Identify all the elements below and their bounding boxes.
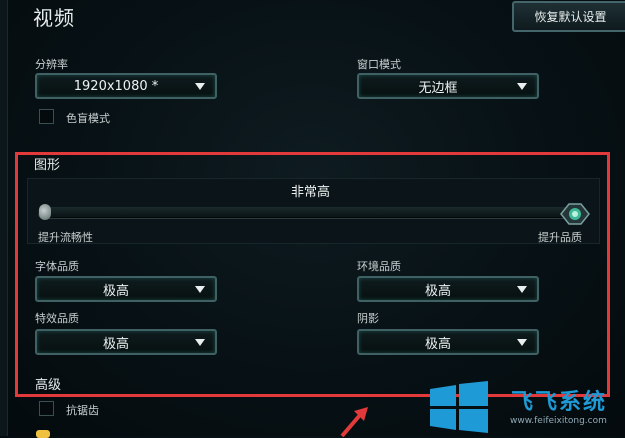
chevron-down-icon [195,82,205,90]
watermark-brand: 飞飞系统 [511,390,608,415]
left-rail [0,0,8,436]
page-title: 视频 [33,6,75,30]
resolution-select[interactable]: 1920x1080 * [35,73,217,99]
window-mode-value: 无边框 [418,80,458,96]
colorblind-checkbox[interactable] [39,109,54,124]
red-arrow-icon [340,407,368,437]
watermark-url: www.feifeixitong.com [510,416,607,426]
window-mode-select[interactable]: 无边框 [357,73,539,99]
antialias-label: 抗锯齿 [66,404,99,417]
antialias-checkbox[interactable] [39,401,54,416]
window-mode-label: 窗口模式 [357,58,401,71]
reset-defaults-button[interactable]: 恢复默认设置 [512,1,625,32]
colorblind-label: 色盲模式 [66,112,110,125]
chevron-down-icon [517,82,527,90]
windows-logo-icon [430,381,488,433]
highlight-box [15,152,610,397]
resolution-label: 分辨率 [35,58,68,71]
partial-checkbox-icon [36,430,50,438]
resolution-value: 1920x1080 * [73,78,159,94]
